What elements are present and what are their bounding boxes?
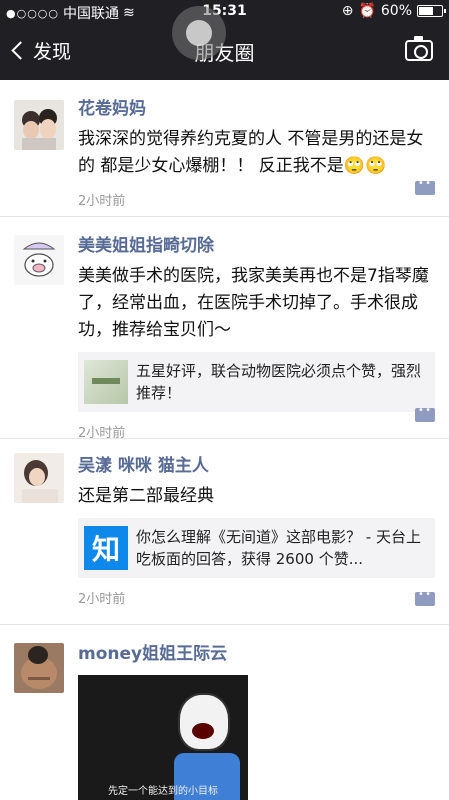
camera-icon[interactable]	[405, 36, 433, 61]
feed-post: 美美姐姐指畸切除 美美做手术的医院，我家美美再也不是7指琴魔了，经常出血，在医院…	[0, 217, 449, 441]
post-time: 2小时前	[78, 592, 126, 607]
feed-post: money姐姐王际云 先定一个能达到的小目标	[0, 625, 449, 800]
shared-link-title: 你怎么理解《无间道》这部电影？ - 天台上吃板面的回答，获得 2600 个赞..…	[136, 528, 421, 568]
avatar[interactable]	[14, 100, 64, 150]
avatar[interactable]	[14, 235, 64, 285]
shared-link-card[interactable]: 五星好评，联合动物医院必须点个赞，强烈推荐！	[78, 352, 435, 412]
avatar[interactable]	[14, 643, 64, 693]
lock-rotation-icon: ⊕	[341, 3, 354, 19]
post-time: 2小时前	[78, 194, 126, 209]
post-username[interactable]: 花卷妈妈	[78, 98, 435, 120]
alarm-icon: ⏰	[358, 3, 376, 19]
post-text: 还是第二部最经典	[78, 486, 214, 506]
status-bar: ●○○○○ 中国联通 ≋ 15:31 ⊕ ⏰ 60%	[0, 0, 449, 24]
assistive-touch-button[interactable]	[172, 6, 226, 60]
feed-post: 花卷妈妈 我深深的觉得养约克夏的人 不管是男的还是女的 都是少女心爆棚！！ 反正…	[0, 80, 449, 217]
shared-link-title: 五星好评，联合动物医院必须点个赞，强烈推荐！	[136, 362, 422, 402]
comment-menu-icon[interactable]	[415, 405, 435, 422]
comment-menu-icon[interactable]	[415, 589, 435, 606]
avatar[interactable]	[14, 453, 64, 503]
meme-face	[178, 693, 230, 751]
meme-mouth	[192, 723, 214, 739]
shared-link-card[interactable]: 知 你怎么理解《无间道》这部电影？ - 天台上吃板面的回答，获得 2600 个赞…	[78, 518, 435, 578]
post-text: 美美做手术的医院，我家美美再也不是7指琴魔了，经常出血，在医院手术切掉了。手术很…	[78, 266, 429, 340]
battery-icon	[417, 5, 446, 17]
post-username[interactable]: 美美姐姐指畸切除	[78, 235, 435, 257]
zhihu-icon: 知	[84, 526, 128, 570]
comment-menu-icon[interactable]	[415, 178, 435, 195]
link-thumbnail	[84, 360, 128, 404]
battery-percent: 60%	[380, 3, 412, 19]
moments-feed[interactable]: 花卷妈妈 我深深的觉得养约克夏的人 不管是男的还是女的 都是少女心爆棚！！ 反正…	[0, 80, 449, 800]
feed-post: 吴漾 咪咪 猫主人 还是第二部最经典 知 你怎么理解《无间道》这部电影？ - 天…	[0, 439, 449, 625]
post-photo[interactable]: 先定一个能达到的小目标	[78, 675, 248, 800]
post-text: 我深深的觉得养约克夏的人 不管是男的还是女的 都是少女心爆棚！！ 反正我不是🙄🙄	[78, 129, 424, 176]
top-bar: ●○○○○ 中国联通 ≋ 15:31 ⊕ ⏰ 60% 发现 朋友圈	[0, 0, 449, 80]
post-username[interactable]: 吴漾 咪咪 猫主人	[78, 455, 435, 477]
photo-caption: 先定一个能达到的小目标	[108, 786, 218, 797]
post-username[interactable]: money姐姐王际云	[78, 643, 435, 665]
